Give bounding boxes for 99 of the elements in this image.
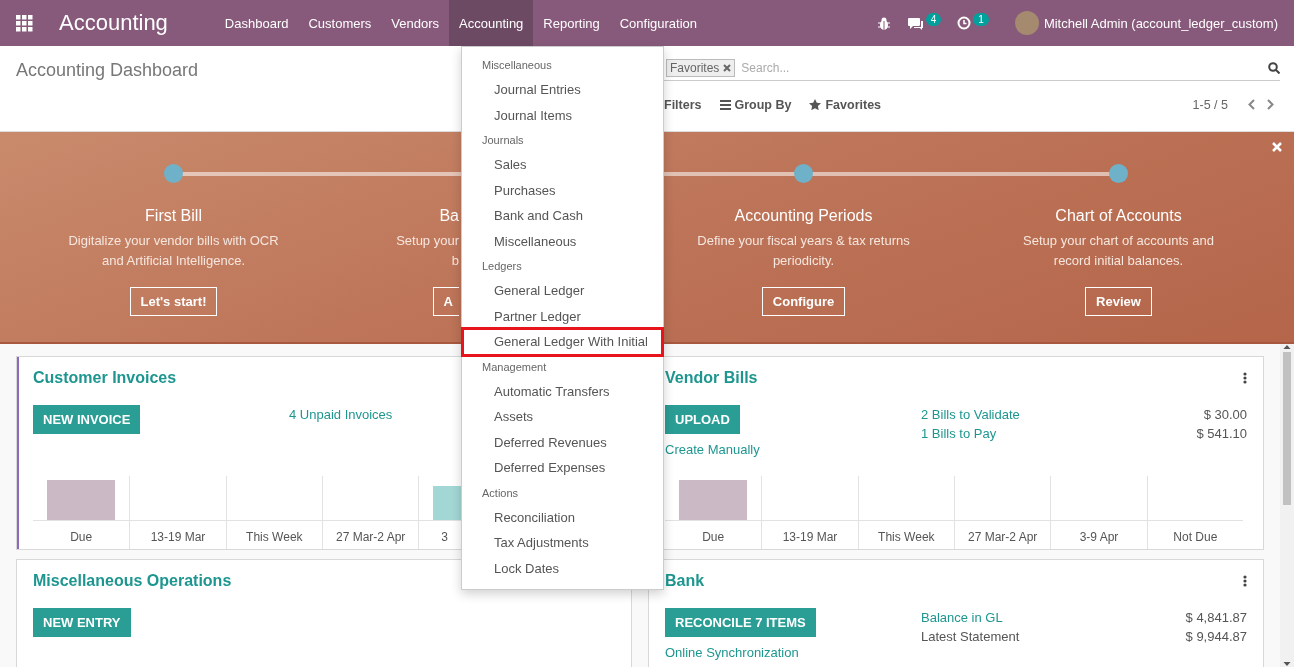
- more-options-icon[interactable]: [1243, 372, 1247, 384]
- step-dot: [794, 164, 813, 183]
- menu-section-header: Actions: [481, 485, 520, 501]
- menu-section-header: Management: [481, 359, 548, 375]
- chart-label: 13-19 Mar: [782, 530, 838, 544]
- search-icon[interactable]: [1268, 62, 1280, 74]
- stat-value: $ 9,944.87: [1185, 628, 1247, 646]
- chevron-right-icon: [1267, 99, 1274, 110]
- chart-label: Due: [70, 530, 93, 544]
- step-button[interactable]: Configure: [761, 287, 846, 316]
- star-icon: [809, 99, 822, 110]
- step-description: Setup your b: [396, 232, 459, 270]
- user-name[interactable]: Mitchell Admin (account_ledger_custom): [1043, 15, 1278, 31]
- card-link[interactable]: Online Synchronization: [665, 645, 799, 660]
- dropdown-item[interactable]: Sales: [462, 152, 663, 178]
- step-button[interactable]: Let's start!: [129, 287, 218, 316]
- apps-menu-icon[interactable]: [16, 14, 33, 32]
- filter-facet[interactable]: Favorites: [666, 59, 736, 77]
- step-dot: [164, 164, 183, 183]
- dropdown-item[interactable]: Automatic Transfers: [462, 378, 663, 404]
- scroll-down-icon[interactable]: [1283, 661, 1291, 667]
- dropdown-item[interactable]: Journal Items: [462, 102, 663, 128]
- stat-link[interactable]: Balance in GL: [921, 608, 1186, 627]
- menu-item[interactable]: Vendors: [381, 0, 450, 46]
- search-field[interactable]: Favorites Search...: [664, 56, 1280, 81]
- stat-value: $ 4,841.87: [1185, 609, 1247, 627]
- app-title: Accounting: [59, 10, 168, 36]
- stat-link[interactable]: 2 Bills to Validate: [921, 405, 1197, 424]
- clock-icon[interactable]: [957, 16, 972, 30]
- message-count-badge: 4: [925, 12, 942, 26]
- close-icon[interactable]: [1272, 142, 1282, 152]
- stat-label: Latest Statement: [921, 628, 1021, 646]
- primary-button[interactable]: UPLOAD: [665, 405, 740, 434]
- step-button[interactable]: A: [432, 287, 459, 316]
- card-title[interactable]: Vendor Bills: [665, 369, 758, 387]
- scrollbar-thumb[interactable]: [1283, 352, 1291, 505]
- menu-section-header: Ledgers: [481, 259, 523, 274]
- step-description: Define your fiscal years & tax returns periodicity.: [697, 232, 910, 270]
- chart-label: This Week: [246, 530, 303, 544]
- chart-label: 3-9 Apr: [1079, 530, 1119, 544]
- pager-value: 1-5 / 5: [1192, 97, 1228, 112]
- step-title: Ba: [439, 207, 459, 225]
- step-title: First Bill: [145, 207, 202, 225]
- menu-item[interactable]: Dashboard: [214, 0, 299, 46]
- dropdown-item[interactable]: Deferred Expenses: [462, 455, 663, 481]
- dropdown-item[interactable]: Lock Dates: [462, 555, 663, 581]
- dropdown-item[interactable]: Partner Ledger: [462, 303, 663, 329]
- dropdown-item[interactable]: General Ledger With Initial: [463, 329, 662, 355]
- step-description: Digitalize your vendor bills with OCR and Artificial Intelligence.: [68, 232, 279, 270]
- dropdown-item[interactable]: General Ledger: [462, 278, 663, 304]
- card-title[interactable]: Bank: [665, 572, 705, 590]
- chart-label: 27 Mar-2 Apr: [967, 530, 1038, 544]
- dropdown-item[interactable]: Bank and Cash: [462, 203, 663, 229]
- menu-item[interactable]: Accounting: [449, 0, 534, 46]
- dropdown-item[interactable]: Journal Entries: [462, 77, 663, 103]
- remove-icon[interactable]: [723, 64, 732, 72]
- chart-label: 27 Mar-2 Apr: [335, 530, 406, 544]
- menu-section-header: Journals: [481, 133, 525, 148]
- menu-section-header: Miscellaneous: [481, 58, 553, 73]
- primary-button[interactable]: NEW INVOICE: [33, 405, 141, 434]
- search-option-button[interactable]: Filters: [664, 97, 702, 112]
- chevron-left-icon: [1248, 99, 1255, 110]
- step-title: Accounting Periods: [734, 207, 873, 225]
- chart-label: Due: [702, 530, 725, 544]
- search-option-button[interactable]: Group By: [719, 97, 792, 112]
- stat-value: $ 30.00: [1202, 406, 1247, 424]
- chart-label: 13-19 Mar: [150, 530, 206, 544]
- chart-label: This Week: [878, 530, 935, 544]
- step-button[interactable]: Review: [1085, 287, 1152, 316]
- scrollbar[interactable]: [1280, 344, 1294, 667]
- dropdown-item[interactable]: Miscellaneous: [462, 228, 663, 254]
- dropdown-item[interactable]: Tax Adjustments: [462, 530, 663, 556]
- dropdown-item[interactable]: Deferred Revenues: [462, 429, 663, 455]
- step-title: Chart of Accounts: [1055, 207, 1182, 225]
- page-title: Accounting Dashboard: [16, 60, 199, 81]
- dropdown-item[interactable]: Purchases: [462, 177, 663, 203]
- dropdown-item[interactable]: Assets: [462, 404, 663, 430]
- step-dot: [1109, 164, 1128, 183]
- stat-value: $ 541.10: [1196, 425, 1247, 443]
- menu-item[interactable]: Customers: [298, 0, 382, 46]
- chat-icon[interactable]: [907, 16, 924, 30]
- search-option-button[interactable]: Favorites: [809, 97, 882, 112]
- chart-label: Not Due: [1173, 530, 1218, 544]
- menu-item[interactable]: Reporting: [533, 0, 610, 46]
- card-title[interactable]: Customer Invoices: [33, 369, 177, 387]
- card-title[interactable]: Miscellaneous Operations: [33, 572, 232, 590]
- bug-icon[interactable]: [877, 16, 890, 30]
- more-options-icon[interactable]: [1243, 575, 1247, 587]
- card-link[interactable]: Create Manually: [665, 442, 760, 457]
- facet-label: Favorites: [670, 61, 720, 75]
- dropdown-item[interactable]: Reconciliation: [462, 504, 663, 530]
- stat-link[interactable]: 1 Bills to Pay: [921, 424, 1197, 443]
- list-icon: [719, 99, 731, 110]
- activity-count-badge: 1: [973, 12, 989, 26]
- chart-label: 3: [441, 530, 448, 544]
- menu-item[interactable]: Configuration: [609, 0, 708, 46]
- primary-button[interactable]: NEW ENTRY: [33, 608, 131, 637]
- primary-button[interactable]: RECONCILE 7 ITEMS: [665, 608, 816, 637]
- step-description: Setup your chart of accounts and record initial balances.: [1023, 232, 1214, 270]
